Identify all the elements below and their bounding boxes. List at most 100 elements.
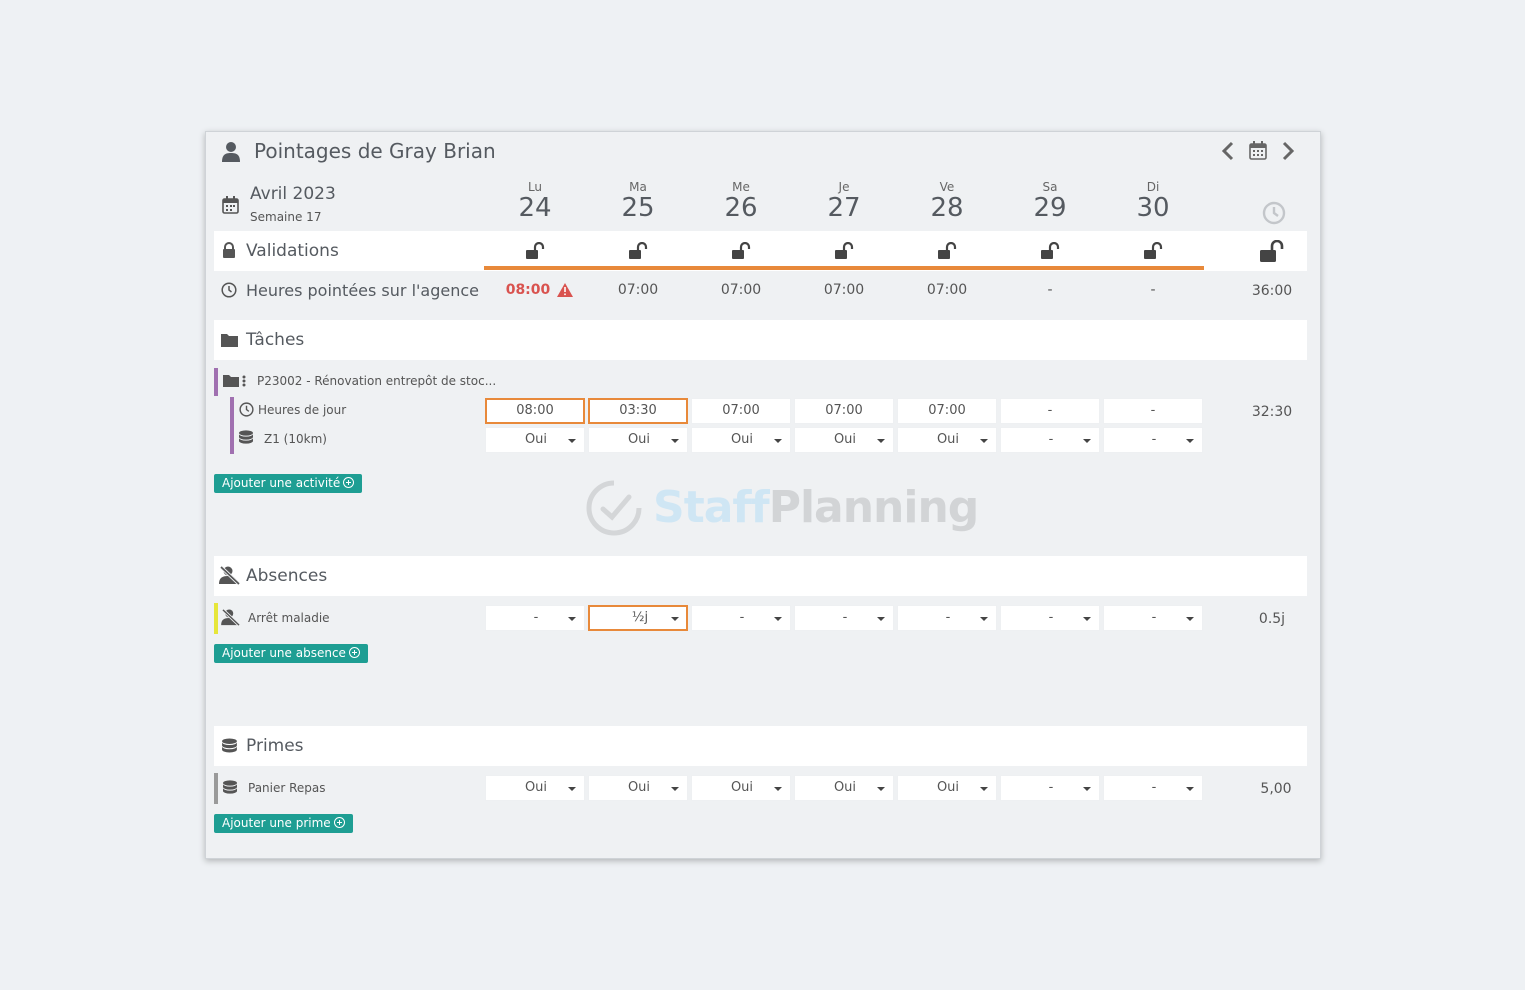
day-header-0: Lu 24: [518, 180, 552, 223]
hours-agency-value-0: 08:00: [485, 282, 585, 298]
zone-select-2[interactable]: Oui: [691, 427, 791, 453]
prime-select-4[interactable]: Oui: [897, 775, 997, 801]
zone-select-4[interactable]: Oui: [897, 427, 997, 453]
add-absence-button[interactable]: Ajouter une absence: [214, 644, 368, 663]
plus-circle-icon: [333, 817, 345, 828]
day-header-1: Ma 25: [621, 180, 655, 223]
absences-title: Absences: [246, 566, 328, 586]
absences-band: [214, 556, 1307, 596]
unlock-icon[interactable]: [525, 242, 545, 260]
chevron-right-icon[interactable]: [1281, 141, 1295, 161]
tasks-band: [214, 320, 1307, 360]
caret-down-icon: [1083, 787, 1091, 791]
caret-down-icon: [1083, 439, 1091, 443]
clock-total-icon: [1262, 201, 1286, 225]
timesheet-panel: Pointages de Gray Brian Avril 2023 Semai…: [205, 131, 1321, 859]
caret-down-icon: [671, 439, 679, 443]
caret-down-icon: [980, 439, 988, 443]
caret-down-icon: [774, 439, 782, 443]
day-hours-cell-3[interactable]: 07:00: [794, 398, 894, 424]
zone-select-6[interactable]: -: [1103, 427, 1203, 453]
unlock-icon[interactable]: [834, 242, 854, 260]
day-hours-cell-4[interactable]: 07:00: [897, 398, 997, 424]
day-hours-cell-5[interactable]: -: [1000, 398, 1100, 424]
prime-total: 5,00: [1260, 781, 1292, 797]
caret-down-icon: [568, 439, 576, 443]
prime-bar: [214, 773, 218, 804]
zone-label: Z1 (10km): [264, 432, 327, 446]
prime-select-2[interactable]: Oui: [691, 775, 791, 801]
zone-select-5[interactable]: -: [1000, 427, 1100, 453]
day-hours-label: Heures de jour: [258, 403, 347, 417]
calendar-icon[interactable]: [1249, 141, 1267, 160]
day-header-4: Ve 28: [930, 180, 964, 223]
unlock-icon[interactable]: [1040, 242, 1060, 260]
unlock-icon[interactable]: [937, 242, 957, 260]
absence-bar: [214, 603, 218, 634]
coins-icon: [223, 780, 237, 794]
caret-down-icon: [1186, 439, 1194, 443]
unlock-icon[interactable]: [731, 242, 751, 260]
tasks-title: Tâches: [246, 330, 305, 350]
calendar-small-icon: [222, 196, 239, 214]
day-hours-total: 32:30: [1251, 404, 1293, 420]
unlock-icon[interactable]: [628, 242, 648, 260]
zone-select-0[interactable]: Oui: [485, 427, 585, 453]
folder-icon: [221, 334, 238, 347]
caret-down-icon: [671, 617, 679, 621]
clock-icon: [239, 402, 254, 417]
primes-band: [214, 726, 1307, 766]
drag-handle-icon[interactable]: [242, 375, 246, 387]
hours-agency-value-4: 07:00: [926, 282, 968, 298]
day-hours-cell-2[interactable]: 07:00: [691, 398, 791, 424]
absence-select-2[interactable]: -: [691, 605, 791, 631]
caret-down-icon: [774, 787, 782, 791]
day-hours-cell-6[interactable]: -: [1103, 398, 1203, 424]
unlock-all-icon[interactable]: [1259, 240, 1285, 264]
prime-select-1[interactable]: Oui: [588, 775, 688, 801]
zone-select-1[interactable]: Oui: [588, 427, 688, 453]
absence-select-5[interactable]: -: [1000, 605, 1100, 631]
plus-circle-icon: [343, 477, 355, 488]
caret-down-icon: [1186, 787, 1194, 791]
absence-select-1[interactable]: ½j: [588, 605, 688, 631]
absence-select-3[interactable]: -: [794, 605, 894, 631]
coins-icon: [222, 738, 237, 753]
task-activity-bar: [230, 397, 234, 454]
chevron-left-icon[interactable]: [1221, 141, 1235, 161]
zone-select-3[interactable]: Oui: [794, 427, 894, 453]
caret-down-icon: [877, 787, 885, 791]
caret-down-icon: [1083, 617, 1091, 621]
prime-select-3[interactable]: Oui: [794, 775, 894, 801]
prime-select-5[interactable]: -: [1000, 775, 1100, 801]
day-hours-cell-0[interactable]: 08:00: [485, 398, 585, 424]
task-project-bar: [214, 368, 218, 396]
add-activity-button[interactable]: Ajouter une activité: [214, 474, 363, 493]
absence-select-4[interactable]: -: [897, 605, 997, 631]
add-prime-button[interactable]: Ajouter une prime: [214, 814, 353, 833]
validations-label: Validations: [246, 241, 339, 261]
day-hours-cell-1[interactable]: 03:30: [588, 398, 688, 424]
task-project-label[interactable]: P23002 - Rénovation entrepôt de stoc...: [257, 374, 496, 388]
lock-icon: [223, 242, 235, 258]
caret-down-icon: [1186, 617, 1194, 621]
validation-progress-bar: [484, 266, 1204, 270]
caret-down-icon: [877, 439, 885, 443]
plus-circle-icon: [348, 647, 360, 658]
hours-agency-value-6: -: [1150, 282, 1156, 298]
absence-select-6[interactable]: -: [1103, 605, 1203, 631]
day-header-2: Me 26: [724, 180, 758, 223]
caret-down-icon: [877, 617, 885, 621]
user-icon: [222, 142, 240, 162]
caret-down-icon: [774, 617, 782, 621]
prime-select-0[interactable]: Oui: [485, 775, 585, 801]
primes-title: Primes: [246, 736, 304, 756]
absence-select-0[interactable]: -: [485, 605, 585, 631]
caret-down-icon: [671, 787, 679, 791]
day-header-6: Di 30: [1136, 180, 1170, 223]
unlock-icon[interactable]: [1143, 242, 1163, 260]
prime-select-6[interactable]: -: [1103, 775, 1203, 801]
coins-icon: [239, 430, 253, 444]
hours-agency-value-3: 07:00: [823, 282, 865, 298]
page-title: Pointages de Gray Brian: [254, 139, 496, 163]
